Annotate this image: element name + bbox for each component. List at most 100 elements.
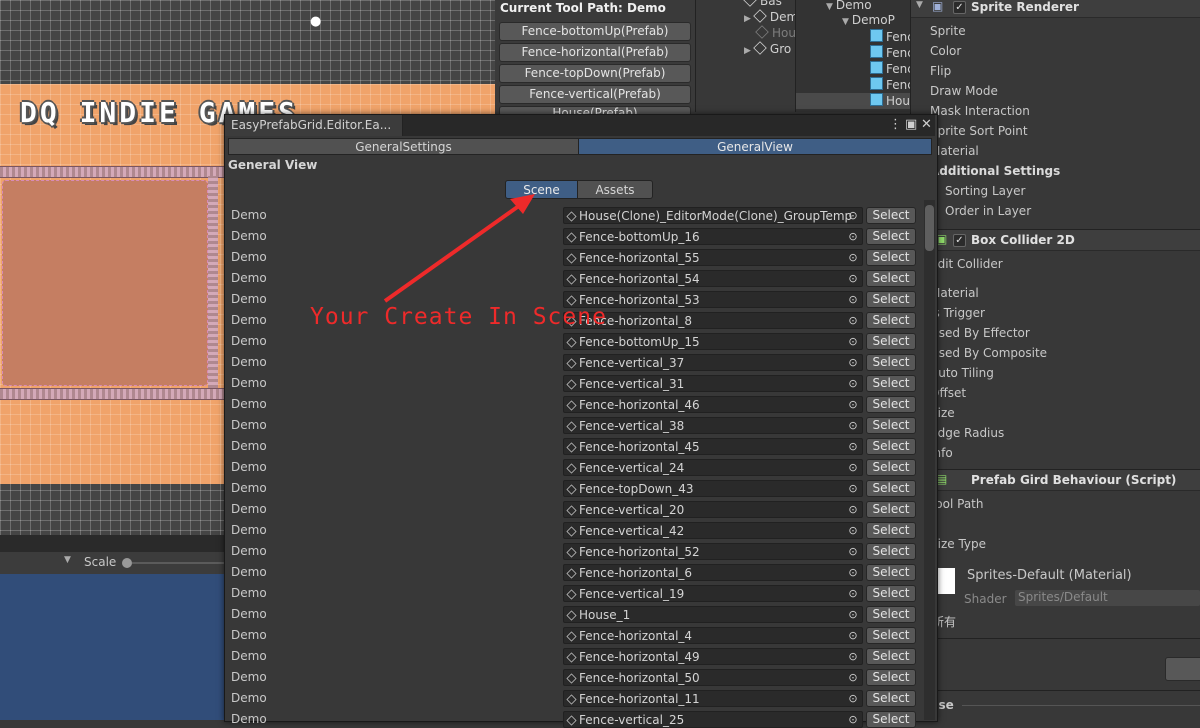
object-field[interactable]: Fence-bottomUp_15: [563, 333, 863, 350]
object-picker-icon[interactable]: ⊙: [845, 418, 861, 433]
select-button[interactable]: Select: [866, 417, 916, 434]
add-component-button[interactable]: [1165, 657, 1200, 681]
house-sprite[interactable]: [2, 180, 208, 386]
object-field[interactable]: Fence-horizontal_8: [563, 312, 863, 329]
object-field[interactable]: Fence-vertical_20: [563, 501, 863, 518]
object-picker-icon[interactable]: ⊙: [845, 355, 861, 370]
object-field[interactable]: Fence-horizontal_6: [563, 564, 863, 581]
expand-arrow-icon[interactable]: ▶: [744, 46, 751, 56]
select-button[interactable]: Select: [866, 648, 916, 665]
hierarchy-item[interactable]: Bas: [743, 0, 782, 8]
object-picker-icon[interactable]: ⊙: [845, 271, 861, 286]
object-picker-icon[interactable]: ⊙: [845, 628, 861, 643]
prefab-item[interactable]: Fenc: [870, 61, 914, 76]
object-field[interactable]: Fence-horizontal_53: [563, 291, 863, 308]
select-button[interactable]: Select: [866, 270, 916, 287]
object-field[interactable]: Fence-horizontal_55: [563, 249, 863, 266]
object-picker-icon[interactable]: ⊙: [845, 229, 861, 244]
hierarchy-item[interactable]: ▶ Dem: [744, 9, 798, 24]
object-field[interactable]: Fence-topDown_43: [563, 480, 863, 497]
window-tab-title[interactable]: EasyPrefabGrid.Editor.Ea...: [225, 115, 403, 136]
select-button[interactable]: Select: [866, 459, 916, 476]
object-picker-icon[interactable]: ⊙: [845, 439, 861, 454]
game-view[interactable]: [0, 574, 225, 720]
prefab-item[interactable]: Fenc: [870, 45, 914, 60]
object-picker-icon[interactable]: ⊙: [845, 481, 861, 496]
object-field[interactable]: Fence-horizontal_4: [563, 627, 863, 644]
object-field[interactable]: Fence-vertical_37: [563, 354, 863, 371]
object-picker-icon[interactable]: ⊙: [845, 208, 861, 223]
select-button[interactable]: Select: [866, 606, 916, 623]
object-picker-icon[interactable]: ⊙: [845, 523, 861, 538]
dropdown-arrow-icon[interactable]: ▼: [64, 555, 71, 565]
select-button[interactable]: Select: [866, 564, 916, 581]
object-picker-icon[interactable]: ⊙: [845, 397, 861, 412]
select-button[interactable]: Select: [866, 396, 916, 413]
object-field[interactable]: Fence-horizontal_50: [563, 669, 863, 686]
object-field[interactable]: Fence-vertical_42: [563, 522, 863, 539]
select-button[interactable]: Select: [866, 669, 916, 686]
folder-item[interactable]: ▼ Demo: [826, 0, 872, 12]
object-field[interactable]: Fence-horizontal_54: [563, 270, 863, 287]
object-field[interactable]: Fence-vertical_19: [563, 585, 863, 602]
close-icon[interactable]: ✕: [921, 117, 932, 132]
prefab-item[interactable]: Fenc: [870, 77, 914, 92]
select-button[interactable]: Select: [866, 249, 916, 266]
folder-item[interactable]: ▼ DemoP: [842, 13, 895, 27]
maximize-icon[interactable]: ▣: [905, 117, 917, 132]
select-button[interactable]: Select: [866, 228, 916, 245]
object-picker-icon[interactable]: ⊙: [845, 502, 861, 517]
object-picker-icon[interactable]: ⊙: [845, 460, 861, 475]
sprite-renderer-enabled-checkbox[interactable]: ✓: [953, 1, 966, 14]
object-field[interactable]: House(Clone)_EditorMode(Clone)_GroupTemp: [563, 207, 863, 224]
prop-label[interactable]: Edit Collider: [930, 257, 1003, 271]
object-field[interactable]: Fence-vertical_24: [563, 459, 863, 476]
expand-arrow-icon[interactable]: ▼: [826, 2, 833, 12]
prefab-button[interactable]: Fence-vertical(Prefab): [499, 85, 691, 104]
select-button[interactable]: Select: [866, 438, 916, 455]
object-picker-icon[interactable]: ⊙: [845, 313, 861, 328]
foldout-arrow-icon[interactable]: ▼: [916, 0, 923, 10]
select-button[interactable]: Select: [866, 690, 916, 707]
object-field[interactable]: House_1: [563, 606, 863, 623]
expand-arrow-icon[interactable]: ▶: [744, 14, 751, 24]
box-collider-enabled-checkbox[interactable]: ✓: [953, 234, 966, 247]
select-button[interactable]: Select: [866, 585, 916, 602]
object-picker-icon[interactable]: ⊙: [845, 586, 861, 601]
object-picker-icon[interactable]: ⊙: [845, 670, 861, 685]
select-button[interactable]: Select: [866, 522, 916, 539]
prop-label[interactable]: Additional Settings: [930, 164, 1060, 178]
window-title-bar[interactable]: [403, 115, 935, 136]
tab-general-settings[interactable]: GeneralSettings: [228, 138, 579, 155]
object-picker-icon[interactable]: ⊙: [845, 565, 861, 580]
object-field[interactable]: Fence-vertical_31: [563, 375, 863, 392]
object-field[interactable]: Fence-horizontal_45: [563, 438, 863, 455]
more-options-icon[interactable]: ⋮: [889, 117, 902, 132]
scrollbar-thumb[interactable]: [925, 205, 934, 251]
scrollbar-track[interactable]: [924, 200, 935, 720]
select-button[interactable]: Select: [866, 207, 916, 224]
select-button[interactable]: Select: [866, 291, 916, 308]
tab-general-view[interactable]: GeneralView: [578, 138, 932, 155]
select-button[interactable]: Select: [866, 375, 916, 392]
prefab-button[interactable]: Fence-horizontal(Prefab): [499, 43, 691, 62]
hierarchy-item[interactable]: Hou: [755, 25, 796, 40]
object-field[interactable]: Fence-horizontal_11: [563, 690, 863, 707]
hierarchy-item[interactable]: ▶ Gro: [744, 41, 791, 56]
object-field[interactable]: Fence-horizontal_52: [563, 543, 863, 560]
select-button[interactable]: Select: [866, 501, 916, 518]
object-picker-icon[interactable]: ⊙: [845, 691, 861, 706]
object-picker-icon[interactable]: ⊙: [845, 334, 861, 349]
select-button[interactable]: Select: [866, 333, 916, 350]
segment-scene[interactable]: Scene: [505, 180, 578, 199]
scale-slider-track[interactable]: [132, 562, 225, 564]
scale-slider-handle[interactable]: [122, 558, 132, 568]
select-button[interactable]: Select: [866, 354, 916, 371]
object-picker-icon[interactable]: ⊙: [845, 376, 861, 391]
object-field[interactable]: Fence-vertical_38: [563, 417, 863, 434]
select-button[interactable]: Select: [866, 312, 916, 329]
prefab-button[interactable]: Fence-bottomUp(Prefab): [499, 22, 691, 41]
object-picker-icon[interactable]: ⊙: [845, 292, 861, 307]
expand-arrow-icon[interactable]: ▼: [842, 17, 849, 27]
object-field[interactable]: Fence-horizontal_49: [563, 648, 863, 665]
